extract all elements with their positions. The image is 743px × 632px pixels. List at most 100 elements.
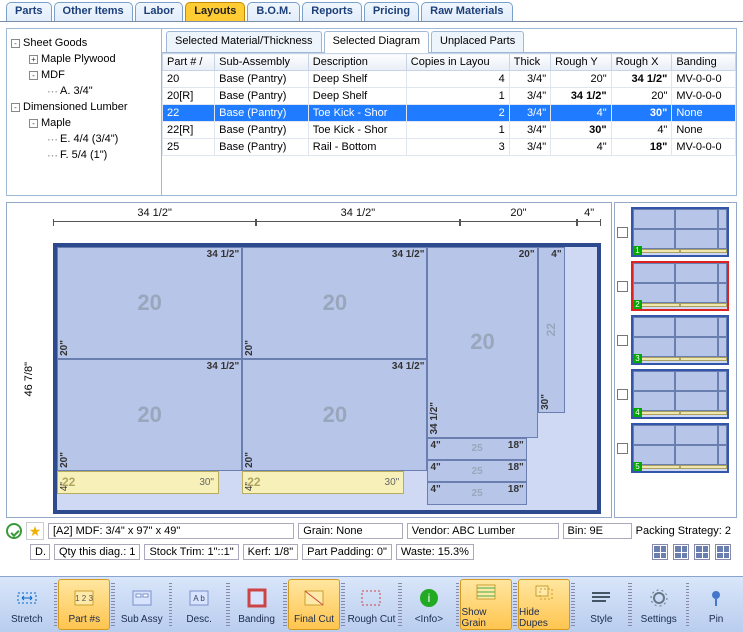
tree-node[interactable]: ⋯E. 4/4 (3/4")	[11, 131, 157, 147]
toolbar-desc--button[interactable]: A bDesc.	[173, 579, 225, 630]
layout-thumbnail[interactable]: 5	[631, 423, 729, 473]
table-row[interactable]: 20[R]Base (Pantry)Deep Shelf13/4"34 1/2"…	[163, 88, 736, 105]
part-20[interactable]: 34 1/2" 20" 20	[242, 247, 427, 359]
toolbar-hide-dupes-button[interactable]: Hide Dupes	[518, 579, 570, 630]
grain-field[interactable]: Grain: None	[298, 523, 403, 539]
qty-field[interactable]: Qty this diag.: 1	[54, 544, 140, 560]
kerf-field[interactable]: Kerf: 1/8"	[243, 544, 298, 560]
part-20[interactable]: 34 1/2" 20" 20	[242, 359, 427, 471]
desc-icon: A b	[186, 585, 212, 611]
toolbar-show-grain-button[interactable]: Show Grain	[460, 579, 512, 630]
main-tab-pricing[interactable]: Pricing	[364, 2, 419, 21]
column-header[interactable]: Copies in Layou	[406, 54, 509, 71]
cell: None	[672, 105, 736, 122]
column-header[interactable]: Thick	[509, 54, 550, 71]
pack-strategy-4-icon[interactable]	[715, 544, 731, 560]
part-22-rotated[interactable]: 4" 30" 22	[538, 247, 565, 413]
toolbar-pin-button[interactable]: Pin	[690, 579, 742, 630]
tree-node[interactable]: ⋯F. 5/4 (1")	[11, 147, 157, 163]
parts-table[interactable]: Part # /Sub-AssemblyDescriptionCopies in…	[162, 53, 736, 156]
main-tab-layouts[interactable]: Layouts	[185, 2, 245, 21]
table-row[interactable]: 25Base (Pantry)Rail - Bottom33/4"4"18"MV…	[163, 139, 736, 156]
table-row[interactable]: 22Base (Pantry)Toe Kick - Shor23/4"4"30"…	[163, 105, 736, 122]
main-tab-other-items[interactable]: Other Items	[54, 2, 133, 21]
cell: 20	[163, 71, 215, 88]
collapse-icon[interactable]: -	[11, 103, 20, 112]
toolbar-part-s-button[interactable]: 1 2 3Part #s	[58, 579, 110, 630]
thumb-checkbox[interactable]	[617, 443, 628, 454]
sheet-field[interactable]: [A2] MDF: 3/4" x 97" x 49"	[48, 523, 294, 539]
cell: 30"	[551, 122, 611, 139]
pack-strategy-2-icon[interactable]	[673, 544, 689, 560]
sub-tab[interactable]: Selected Diagram	[324, 31, 429, 53]
main-tab-reports[interactable]: Reports	[302, 2, 362, 21]
layout-thumbnail[interactable]: 3	[631, 315, 729, 365]
tree-node[interactable]: -Sheet Goods	[11, 35, 157, 51]
part-25[interactable]: 4" 25 18"	[427, 438, 526, 460]
column-header[interactable]: Sub-Assembly	[215, 54, 309, 71]
material-tree[interactable]: -Sheet Goods+Maple Plywood-MDF⋯A. 3/4"-D…	[7, 29, 162, 195]
collapse-icon[interactable]: -	[11, 39, 20, 48]
tree-node[interactable]: -MDF	[11, 67, 157, 83]
toolbar-sub-assy-button[interactable]: Sub Assy	[116, 579, 168, 630]
column-header[interactable]: Rough Y	[551, 54, 611, 71]
cell: Base (Pantry)	[215, 88, 309, 105]
thumb-checkbox[interactable]	[617, 227, 628, 238]
pack-strategy-3-icon[interactable]	[694, 544, 710, 560]
layout-thumbnail[interactable]: 2	[631, 261, 729, 311]
vendor-field[interactable]: Vendor: ABC Lumber	[407, 523, 559, 539]
main-tab-parts[interactable]: Parts	[6, 2, 52, 21]
main-tab-labor[interactable]: Labor	[135, 2, 184, 21]
thumb-checkbox[interactable]	[617, 389, 628, 400]
part-20[interactable]: 34 1/2" 20" 20	[57, 247, 242, 359]
toolbar-final-cut-button[interactable]: Final Cut	[288, 579, 340, 630]
expand-icon[interactable]: +	[29, 55, 38, 64]
tree-label: Sheet Goods	[23, 37, 87, 49]
sheet-zone[interactable]: 34 1/2"34 1/2"20"4" 46 7/8" 34 1/2" 20" …	[6, 202, 612, 518]
sheet-layout[interactable]: 34 1/2" 20" 20 34 1/2" 20" 20 20" 34 1/2…	[53, 243, 601, 514]
table-row[interactable]: 22[R]Base (Pantry)Toe Kick - Shor13/4"30…	[163, 122, 736, 139]
column-header[interactable]: Banding	[672, 54, 736, 71]
part-22-kick[interactable]: 4" 22 30"	[57, 471, 219, 495]
tree-node[interactable]: -Maple	[11, 115, 157, 131]
part-number: 25	[472, 443, 483, 454]
part-25[interactable]: 4" 25 18"	[427, 482, 526, 504]
toolbar-settings-button[interactable]: Settings	[633, 579, 685, 630]
toolbar-style-button[interactable]: Style	[576, 579, 628, 630]
favorite-icon[interactable]: ★	[26, 522, 44, 540]
column-header[interactable]: Rough X	[611, 54, 672, 71]
pack-strategy-1-icon[interactable]	[652, 544, 668, 560]
part-22-kick[interactable]: 4" 22 30"	[242, 471, 404, 495]
tree-node[interactable]: ⋯A. 3/4"	[11, 83, 157, 99]
thumb-checkbox[interactable]	[617, 335, 628, 346]
thumb-checkbox[interactable]	[617, 281, 628, 292]
main-tab-b-o-m-[interactable]: B.O.M.	[247, 2, 300, 21]
collapse-icon[interactable]: -	[29, 71, 38, 80]
part-20-rotated[interactable]: 20" 34 1/2" 20	[427, 247, 537, 438]
layout-thumbnail[interactable]: 4	[631, 369, 729, 419]
table-row[interactable]: 20Base (Pantry)Deep Shelf43/4"20"34 1/2"…	[163, 71, 736, 88]
toolbar--info--button[interactable]: i<Info>	[403, 579, 455, 630]
pad-field[interactable]: Part Padding: 0"	[302, 544, 392, 560]
toolbar-stretch-button[interactable]: Stretch	[1, 579, 53, 630]
column-header[interactable]: Description	[308, 54, 406, 71]
main-tab-raw-materials[interactable]: Raw Materials	[421, 2, 512, 21]
d-field[interactable]: D.	[30, 544, 50, 560]
thumbnail-column: 12345	[614, 202, 737, 518]
dim-label: 20"	[59, 452, 70, 468]
toolbar-label: Pin	[709, 614, 723, 625]
cell: 4"	[551, 139, 611, 156]
toolbar-banding-button[interactable]: Banding	[231, 579, 283, 630]
column-header[interactable]: Part # /	[163, 54, 215, 71]
toolbar-rough-cut-button[interactable]: Rough Cut	[346, 579, 398, 630]
bin-field[interactable]: Bin: 9E	[563, 523, 632, 539]
part-25[interactable]: 4" 25 18"	[427, 460, 526, 482]
part-20[interactable]: 34 1/2" 20" 20	[57, 359, 242, 471]
collapse-icon[interactable]: -	[29, 119, 38, 128]
tree-node[interactable]: +Maple Plywood	[11, 51, 157, 67]
tree-node[interactable]: -Dimensioned Lumber	[11, 99, 157, 115]
layout-thumbnail[interactable]: 1	[631, 207, 729, 257]
trim-field[interactable]: Stock Trim: 1"::1"	[144, 544, 238, 560]
sub-tab[interactable]: Unplaced Parts	[431, 31, 524, 52]
sub-tab[interactable]: Selected Material/Thickness	[166, 31, 322, 52]
